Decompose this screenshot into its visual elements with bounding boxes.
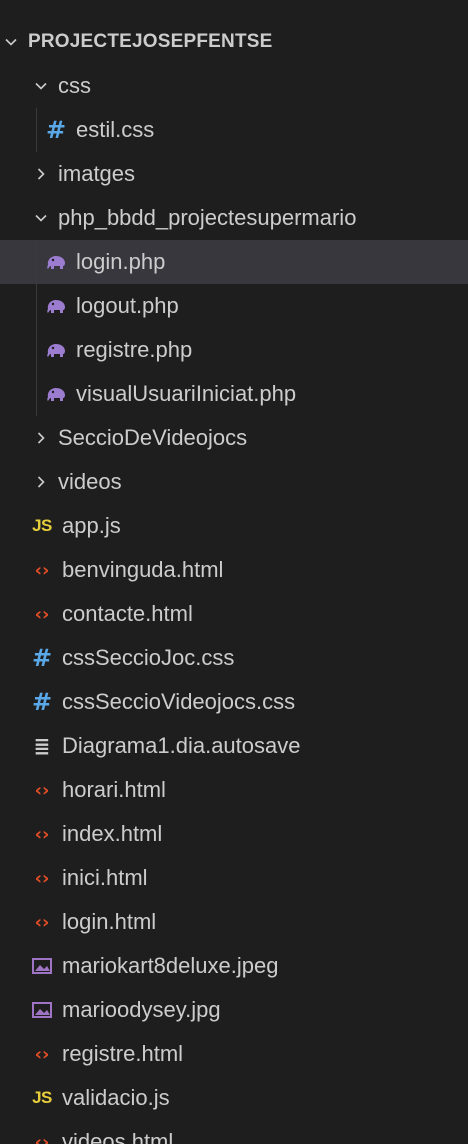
tree-item-label: videos.html xyxy=(62,1129,174,1144)
css-hash-icon: # xyxy=(31,688,53,716)
file-mariokart8deluxe-jpeg[interactable]: mariokart8deluxe.jpeg xyxy=(0,944,468,988)
tree-item-label: SeccioDeVideojocs xyxy=(58,425,248,450)
file-videos-html[interactable]: ‹› videos.html xyxy=(0,1120,468,1144)
tree-item-label: inici.html xyxy=(62,865,148,890)
tree-item-label: horari.html xyxy=(62,777,166,802)
html-brackets-icon: ‹› xyxy=(34,823,50,845)
indent-guide xyxy=(36,108,37,152)
text-file-icon: ≣ xyxy=(33,734,51,758)
js-file-icon: JS xyxy=(32,1088,52,1107)
indent-guide xyxy=(36,240,37,284)
tree-item-label: login.php xyxy=(76,249,166,274)
tree-item-label: registre.html xyxy=(62,1041,184,1066)
chevron-down-icon[interactable] xyxy=(30,75,52,97)
tree-item-label: index.html xyxy=(62,821,163,846)
indent-guide xyxy=(36,328,37,372)
chevron-down-icon xyxy=(0,31,22,53)
php-elephant-icon xyxy=(44,338,68,362)
css-hash-icon: # xyxy=(31,644,53,672)
file-login-html[interactable]: ‹› login.html xyxy=(0,900,468,944)
file-diagrama1-dia-autosave[interactable]: ≣ Diagrama1.dia.autosave xyxy=(0,724,468,768)
tree-item-label: app.js xyxy=(62,513,121,538)
chevron-right-icon[interactable] xyxy=(30,163,52,185)
html-brackets-icon: ‹› xyxy=(34,911,50,933)
file-login-php[interactable]: login.php xyxy=(0,240,468,284)
file-inici-html[interactable]: ‹› inici.html xyxy=(0,856,468,900)
file-app-js[interactable]: JS app.js xyxy=(0,504,468,548)
tree-item-label: estil.css xyxy=(76,117,155,142)
file-index-html[interactable]: ‹› index.html xyxy=(0,812,468,856)
chevron-right-icon[interactable] xyxy=(30,427,52,449)
php-elephant-icon xyxy=(44,294,68,318)
folder-secciodevideojocs[interactable]: SeccioDeVideojocs xyxy=(0,416,468,460)
html-brackets-icon: ‹› xyxy=(34,1043,50,1065)
file-estil-css[interactable]: # estil.css xyxy=(0,108,468,152)
explorer-root-folder[interactable]: PROJECTEJOSEPFENTSE xyxy=(0,20,468,64)
indent-guide xyxy=(36,284,37,328)
folder-php-bbdd-projectesupermario[interactable]: php_bbdd_projectesupermario xyxy=(0,196,468,240)
html-brackets-icon: ‹› xyxy=(34,559,50,581)
indent-guide xyxy=(36,372,37,416)
tree-item-label: imatges xyxy=(58,161,136,186)
folder-videos[interactable]: videos xyxy=(0,460,468,504)
root-folder-label: PROJECTEJOSEPFENTSE xyxy=(28,31,273,52)
tree-item-label: registre.php xyxy=(76,337,193,362)
html-brackets-icon: ‹› xyxy=(34,603,50,625)
tree-item-label: css xyxy=(58,73,91,98)
php-elephant-icon xyxy=(44,250,68,274)
image-file-icon xyxy=(30,998,54,1022)
tree-item-label: videos xyxy=(58,469,122,494)
folder-css[interactable]: css xyxy=(0,64,468,108)
tree-item-label: cssSeccioVideojocs.css xyxy=(62,689,296,714)
chevron-right-icon[interactable] xyxy=(30,471,52,493)
file-benvinguda-html[interactable]: ‹› benvinguda.html xyxy=(0,548,468,592)
tree-item-label: cssSeccioJoc.css xyxy=(62,645,235,670)
file-csssecciojoc-css[interactable]: # cssSeccioJoc.css xyxy=(0,636,468,680)
tree-item-label: login.html xyxy=(62,909,157,934)
html-brackets-icon: ‹› xyxy=(34,1131,50,1144)
html-brackets-icon: ‹› xyxy=(34,867,50,889)
file-marioodysey-jpg[interactable]: marioodysey.jpg xyxy=(0,988,468,1032)
tree-item-label: mariokart8deluxe.jpeg xyxy=(62,953,279,978)
css-hash-icon: # xyxy=(45,116,67,144)
file-registre-php[interactable]: registre.php xyxy=(0,328,468,372)
tree-item-label: Diagrama1.dia.autosave xyxy=(62,733,301,758)
file-registre-html[interactable]: ‹› registre.html xyxy=(0,1032,468,1076)
tree-item-label: validacio.js xyxy=(62,1085,170,1110)
php-elephant-icon xyxy=(44,382,68,406)
js-file-icon: JS xyxy=(32,516,52,535)
html-brackets-icon: ‹› xyxy=(34,779,50,801)
file-csssecciovideojocs-css[interactable]: # cssSeccioVideojocs.css xyxy=(0,680,468,724)
chevron-down-icon[interactable] xyxy=(30,207,52,229)
tree-item-label: benvinguda.html xyxy=(62,557,224,582)
file-visualusuariiniciat-php[interactable]: visualUsuariIniciat.php xyxy=(0,372,468,416)
tree-item-label: php_bbdd_projectesupermario xyxy=(58,205,357,230)
file-validacio-js[interactable]: JS validacio.js xyxy=(0,1076,468,1120)
tree-item-label: logout.php xyxy=(76,293,179,318)
file-explorer: PROJECTEJOSEPFENTSE css # estil.css imatges… xyxy=(0,0,468,1144)
file-contacte-html[interactable]: ‹› contacte.html xyxy=(0,592,468,636)
file-horari-html[interactable]: ‹› horari.html xyxy=(0,768,468,812)
image-file-icon xyxy=(30,954,54,978)
tree-item-label: contacte.html xyxy=(62,601,193,626)
tree-item-label: marioodysey.jpg xyxy=(62,997,221,1022)
folder-imatges[interactable]: imatges xyxy=(0,152,468,196)
tree-item-label: visualUsuariIniciat.php xyxy=(76,381,297,406)
file-logout-php[interactable]: logout.php xyxy=(0,284,468,328)
